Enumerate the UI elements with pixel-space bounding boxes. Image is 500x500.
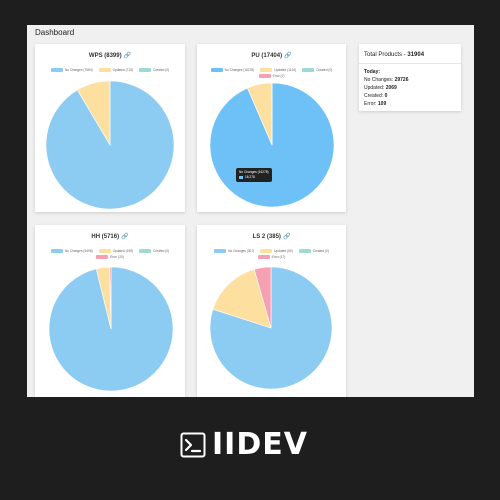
chart-card-pu: PU (17404) 🔗 No Changes (16278) Updated (… (197, 44, 346, 212)
today-label: Today: (364, 69, 381, 75)
legend-item[interactable]: Created (0) (298, 249, 329, 253)
legend-swatch (257, 255, 270, 259)
dashboard-screen: Dashboard WPS (8399) 🔗 No Changes (7684) … (27, 25, 474, 397)
divider (359, 63, 461, 64)
legend-item[interactable]: Updated (715) (98, 68, 133, 72)
legend-item[interactable]: No Changes (16278) (210, 68, 254, 72)
totals-today: Today: No Changes: 29726 Updated: 2069 C… (364, 68, 408, 108)
chart-legend: No Changes (16278) Updated (1124) Create… (205, 68, 338, 78)
legend-item[interactable]: Created (0) (139, 249, 169, 253)
legend-swatch (260, 249, 273, 253)
legend-swatch (139, 249, 152, 253)
chart-tooltip: No Changes (16278) 16,278 (236, 168, 272, 182)
chart-card-wps: WPS (8399) 🔗 No Changes (7684) Updated (7… (35, 44, 185, 212)
legend-item[interactable]: Created (0) (302, 68, 332, 72)
link-icon[interactable]: 🔗 (124, 52, 131, 59)
pie-chart[interactable] (209, 266, 333, 390)
legend-item[interactable]: No Changes (5498) (50, 249, 93, 253)
tooltip-value: 16,278 (245, 175, 255, 179)
legend-swatch (302, 68, 315, 72)
legend-item[interactable]: Updated (60) (260, 249, 293, 253)
legend-swatch (210, 68, 223, 72)
legend-swatch (298, 249, 311, 253)
tooltip-swatch (239, 175, 243, 179)
legend-swatch (260, 68, 273, 72)
legend-item[interactable]: Created (0) (139, 68, 169, 72)
legend-swatch (50, 249, 63, 253)
legend-swatch (98, 249, 111, 253)
legend-swatch (50, 68, 63, 72)
card-title: HH (5716) (91, 234, 120, 240)
chart-card-hh: HH (5716) 🔗 No Changes (5498) Updated (19… (35, 225, 185, 397)
card-title: PU (17404) (251, 53, 283, 59)
legend-item[interactable]: Error (17) (257, 255, 285, 259)
legend-item[interactable]: Error (2) (258, 74, 284, 78)
total-row: No Changes: 29726 (364, 77, 409, 83)
legend-item[interactable]: Updated (198) (98, 249, 133, 253)
legend-swatch (214, 249, 227, 253)
legend-swatch (96, 255, 109, 259)
legend-swatch (139, 68, 152, 72)
legend-item[interactable]: Error (20) (96, 255, 124, 259)
chart-legend: No Changes (5498) Updated (198) Created … (43, 249, 177, 259)
pie-chart[interactable] (48, 266, 174, 392)
total-row: Error: 109 (364, 101, 387, 107)
link-icon[interactable]: 🔗 (121, 233, 128, 240)
total-products-card: Total Products - 31904 Today: No Changes… (359, 44, 461, 111)
total-value: 31904 (407, 52, 425, 58)
link-icon[interactable]: 🔗 (284, 52, 291, 59)
legend-item[interactable]: No Changes (7684) (50, 68, 93, 72)
chart-legend: No Changes (307) Updated (60) Created (0… (205, 249, 338, 259)
total-title: Total Products - 31904 (364, 52, 425, 58)
link-icon[interactable]: 🔗 (283, 233, 290, 240)
brand-name: IIDEV (212, 427, 308, 462)
terminal-icon (180, 432, 206, 458)
legend-item[interactable]: No Changes (307) (214, 249, 254, 253)
brand-logo: IIDEV (180, 430, 308, 460)
pie-chart[interactable] (45, 80, 175, 210)
pie-chart[interactable] (209, 82, 335, 208)
chart-legend: No Changes (7684) Updated (715) Created … (43, 68, 177, 72)
card-title: LS 2 (385) (252, 234, 281, 240)
legend-swatch (98, 68, 111, 72)
legend-item[interactable]: Updated (1124) (260, 68, 296, 72)
chart-card-ls2: LS 2 (385) 🔗 No Changes (307) Updated (60… (197, 225, 346, 397)
total-row: Updated: 2069 (364, 85, 397, 91)
total-row: Created: 0 (364, 93, 388, 99)
page-title: Dashboard (35, 28, 75, 37)
legend-swatch (258, 74, 271, 78)
card-title: WPS (8399) (88, 53, 122, 59)
